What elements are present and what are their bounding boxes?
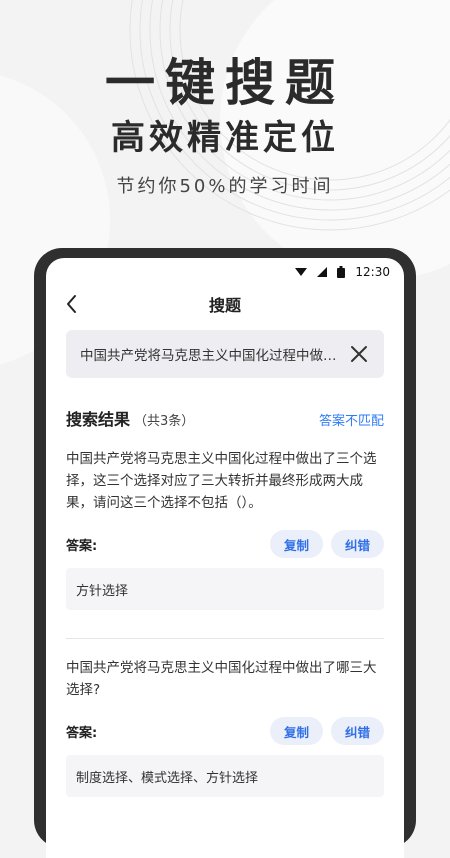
answer-text: 制度选择、模式选择、方针选择 <box>76 770 259 786</box>
divider <box>66 638 384 639</box>
hero-title: 一键搜题 <box>105 54 345 112</box>
nav-bar: 搜题 <box>46 286 404 322</box>
report-error-button[interactable]: 纠错 <box>330 530 384 558</box>
phone-frame: 12:30 搜题 中国共产党将马克思主义中国化过程中做出了三个选择 搜索结果 （… <box>34 248 416 858</box>
battery-icon <box>337 266 346 278</box>
copy-button[interactable]: 复制 <box>269 717 323 745</box>
answer-row: 答案: 复制 纠错 <box>66 717 384 745</box>
hero-caption: 节约你50%的学习时间 <box>116 176 334 197</box>
clear-icon[interactable] <box>348 343 370 365</box>
search-field[interactable]: 中国共产党将马克思主义中国化过程中做出了三个选择 <box>66 330 384 378</box>
answer-mismatch-link[interactable]: 答案不匹配 <box>319 410 384 429</box>
hero: 一键搜题 高效精准定位 节约你50%的学习时间 <box>0 52 450 198</box>
question-text: 中国共产党将马克思主义中国化过程中做出了哪三大选择? <box>66 660 377 698</box>
answer-box: 方针选择 <box>66 568 384 610</box>
answer-row: 答案: 复制 纠错 <box>66 530 384 558</box>
page-title: 搜题 <box>208 296 241 315</box>
answer-text: 方针选择 <box>76 583 129 599</box>
status-time: 12:30 <box>355 265 390 279</box>
answer-box: 制度选择、模式选择、方针选择 <box>66 755 384 797</box>
signal-icon <box>317 267 328 277</box>
results-title: 搜索结果 <box>66 410 131 429</box>
result-item: 中国共产党将马克思主义中国化过程中做出了哪三大选择? 答案: 复制 纠错 制度选… <box>46 657 404 797</box>
copy-button[interactable]: 复制 <box>269 530 323 558</box>
answer-label: 答案: <box>66 538 98 554</box>
result-item: 中国共产党将马克思主义中国化过程中做出了三个选择，这三个选择对应了三大转折并最终… <box>46 448 404 610</box>
answer-label: 答案: <box>66 725 98 741</box>
wifi-icon <box>295 268 308 276</box>
results-count: （共3条） <box>134 414 195 429</box>
search-query[interactable]: 中国共产党将马克思主义中国化过程中做出了三个选择 <box>80 344 340 364</box>
results-header: 搜索结果 （共3条） 答案不匹配 <box>66 406 384 430</box>
question-text: 中国共产党将马克思主义中国化过程中做出了三个选择，这三个选择对应了三大转折并最终… <box>66 451 377 511</box>
report-error-button[interactable]: 纠错 <box>330 717 384 745</box>
back-arrow-icon[interactable] <box>60 292 84 316</box>
hero-subtitle: 高效精准定位 <box>111 118 339 158</box>
status-bar: 12:30 <box>46 258 404 286</box>
phone-screen: 12:30 搜题 中国共产党将马克思主义中国化过程中做出了三个选择 搜索结果 （… <box>46 258 404 858</box>
